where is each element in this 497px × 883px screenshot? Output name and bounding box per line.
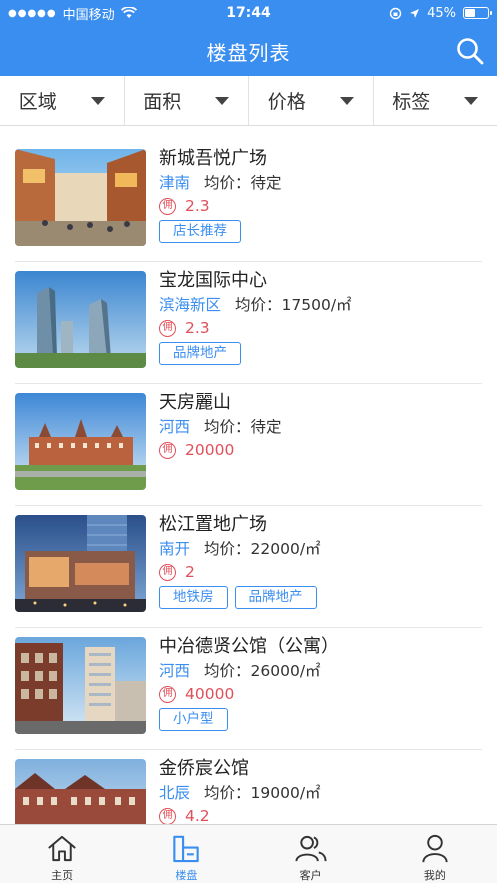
- battery-level: [465, 9, 475, 17]
- commission-badge-icon: 佣: [159, 319, 176, 337]
- district-label: 河西: [159, 418, 191, 436]
- search-icon: [457, 38, 484, 65]
- filter-bar: 区域 面积 价格 标签: [0, 76, 497, 126]
- property-name: 宝龙国际中心: [159, 270, 267, 291]
- price-label: 均价：26000/㎡: [204, 662, 321, 680]
- location-icon: [410, 8, 420, 18]
- property-list-item[interactable]: 金侨宸公馆 北辰 均价：19000/㎡ 佣 4.2: [15, 750, 482, 824]
- commission-value: 2.3: [185, 197, 210, 215]
- tag-badge: 品牌地产: [234, 586, 317, 609]
- search-button[interactable]: [455, 36, 485, 66]
- price-label: 均价：22000/㎡: [204, 540, 321, 558]
- district-label: 南开: [159, 540, 191, 558]
- property-list: 新城吾悦广场 津南 均价：待定 佣 2.3 店长推荐 宝龙国际中心 滨海新区 均…: [0, 140, 497, 824]
- tag-badge: 品牌地产: [159, 342, 241, 365]
- tag-list: 店长推荐: [159, 220, 482, 243]
- property-name: 中冶德贤公馆（公寓）: [159, 636, 339, 657]
- property-list-item[interactable]: 宝龙国际中心 滨海新区 均价：17500/㎡ 佣 2.3 品牌地产: [15, 262, 482, 384]
- building-icon: [173, 835, 200, 863]
- filter-label: 面积: [143, 91, 182, 113]
- carrier-label: 中国移动: [62, 7, 115, 23]
- commission-value: 2.3: [185, 319, 210, 337]
- property-list-item[interactable]: 天房麗山 河西 均价：待定 佣 20000: [15, 384, 482, 506]
- property-photo: [15, 393, 146, 490]
- nav-bar: 楼盘列表: [0, 26, 497, 76]
- tag-badge: 地铁房: [159, 586, 228, 609]
- filter-size[interactable]: 面积: [125, 76, 249, 125]
- tag-badge: 小户型: [159, 708, 228, 731]
- tag-list: 品牌地产: [159, 342, 482, 365]
- commission-badge-icon: 佣: [159, 441, 176, 459]
- commission-badge-icon: 佣: [159, 807, 176, 824]
- rotation-lock-icon: [389, 7, 402, 19]
- property-photo: [15, 637, 146, 734]
- property-name: 天房麗山: [159, 392, 231, 413]
- home-icon: [48, 835, 76, 862]
- commission-value: 2: [185, 563, 195, 581]
- commission-badge-icon: 佣: [159, 563, 176, 581]
- district-label: 北辰: [159, 784, 191, 802]
- tab-bar: 主页 楼盘 客户 我的: [0, 824, 497, 883]
- tab-label: 我的: [423, 869, 446, 882]
- wifi-icon: [120, 7, 137, 18]
- tab-home[interactable]: 主页: [0, 825, 124, 883]
- property-photo: [15, 149, 146, 246]
- price-label: 均价：17500/㎡: [235, 296, 352, 314]
- commission-value: 40000: [185, 685, 235, 703]
- property-list-item[interactable]: 新城吾悦广场 津南 均价：待定 佣 2.3 店长推荐: [15, 140, 482, 262]
- tag-badge: 店长推荐: [159, 220, 241, 243]
- district-label: 滨海新区: [159, 296, 222, 314]
- district-label: 津南: [159, 174, 191, 192]
- page-title: 楼盘列表: [206, 40, 291, 65]
- tab-label: 主页: [51, 869, 74, 882]
- price-label: 均价：待定: [204, 418, 282, 436]
- tag-list: 小户型: [159, 708, 482, 731]
- app-screen: ●●●●● 中国移动 17:44 45% 楼盘列表 区域 面积 价格 标签 新城…: [0, 0, 497, 883]
- filter-label: 价格: [267, 91, 306, 113]
- filter-label: 标签: [392, 91, 431, 113]
- caret-down-icon: [215, 96, 230, 105]
- commission-badge-icon: 佣: [159, 685, 176, 703]
- property-list-item[interactable]: 松江置地广场 南开 均价：22000/㎡ 佣 2 地铁房 品牌地产: [15, 506, 482, 628]
- status-bar: ●●●●● 中国移动 17:44 45%: [0, 0, 497, 26]
- caret-down-icon: [90, 96, 105, 105]
- tab-label: 客户: [299, 869, 322, 882]
- tab-buildings[interactable]: 楼盘: [124, 825, 248, 883]
- caret-down-icon: [339, 96, 354, 105]
- customers-icon: [295, 835, 327, 862]
- property-photo: [15, 515, 146, 612]
- property-list-item[interactable]: 中冶德贤公馆（公寓） 河西 均价：26000/㎡ 佣 40000 小户型: [15, 628, 482, 750]
- tag-list: 地铁房 品牌地产: [159, 586, 482, 609]
- filter-area[interactable]: 区域: [0, 76, 125, 125]
- signal-icon: ●●●●●: [8, 7, 57, 19]
- price-label: 均价：19000/㎡: [204, 784, 321, 802]
- property-photo: [15, 759, 146, 824]
- property-photo: [15, 271, 146, 368]
- filter-price[interactable]: 价格: [249, 76, 374, 125]
- profile-icon: [422, 834, 448, 863]
- commission-badge-icon: 佣: [159, 197, 176, 215]
- property-name: 新城吾悦广场: [159, 148, 267, 169]
- tab-label: 楼盘: [175, 869, 198, 882]
- tab-profile[interactable]: 我的: [373, 825, 497, 883]
- property-name: 松江置地广场: [159, 514, 267, 535]
- clock: 17:44: [226, 5, 271, 21]
- commission-value: 20000: [185, 441, 235, 459]
- battery-percent: 45%: [427, 5, 456, 21]
- price-label: 均价：待定: [204, 174, 282, 192]
- caret-down-icon: [464, 96, 479, 105]
- filter-tags[interactable]: 标签: [374, 76, 497, 125]
- commission-value: 4.2: [185, 807, 210, 824]
- tab-customers[interactable]: 客户: [249, 825, 373, 883]
- battery-icon: [463, 7, 492, 19]
- district-label: 河西: [159, 662, 191, 680]
- filter-label: 区域: [18, 91, 57, 113]
- property-name: 金侨宸公馆: [159, 758, 249, 779]
